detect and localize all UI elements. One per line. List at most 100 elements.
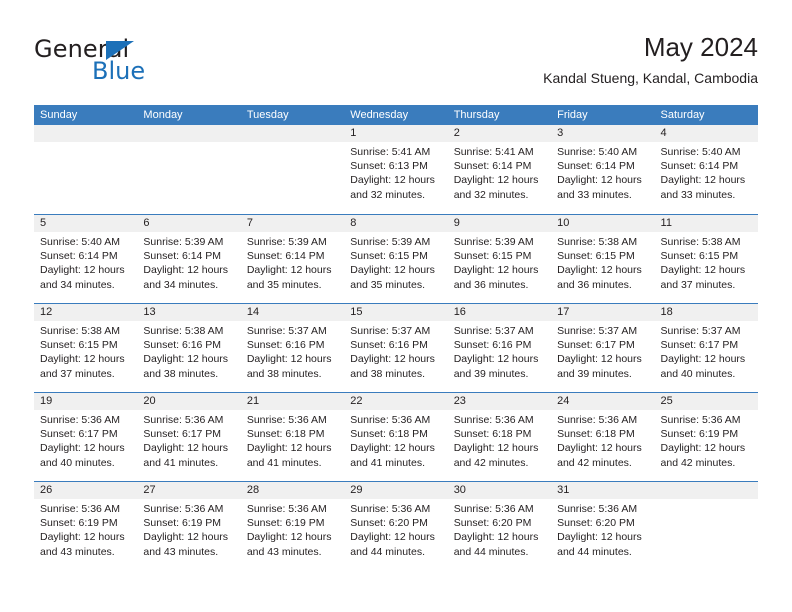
day-details: Sunrise: 5:36 AM Sunset: 6:20 PM Daylight:…: [448, 499, 551, 559]
day-detail-line: Daylight: 12 hours: [350, 264, 435, 277]
day-detail-line: and 41 minutes.: [246, 456, 322, 469]
calendar-day-cell[interactable]: 29 Sunrise: 5:36 AM Sunset: 6:20 PM Dayligh…: [344, 482, 448, 570]
calendar-day-cell[interactable]: 2 Sunrise: 5:41 AM Sunset: 6:14 PM Daylight…: [447, 125, 552, 214]
day-detail-line: Daylight: 12 hours: [453, 531, 539, 544]
day-detail-line: and 38 minutes.: [246, 367, 322, 380]
day-detail-line: and 32 minutes.: [350, 188, 425, 201]
day-number: [34, 125, 138, 142]
calendar-day-cell[interactable]: 13 Sunrise: 5:38 AM Sunset: 6:16 PM Dayligh…: [137, 304, 241, 392]
day-details: Sunrise: 5:37 AM Sunset: 6:16 PM Daylight:…: [344, 321, 447, 381]
calendar-day-cell[interactable]: 4 Sunrise: 5:40 AM Sunset: 6:14 PM Daylight…: [654, 125, 758, 214]
day-detail-line: Sunset: 6:14 PM: [40, 250, 118, 263]
calendar-day-cell[interactable]: 8 Sunrise: 5:39 AM Sunset: 6:15 PM Daylight…: [344, 215, 448, 303]
day-detail-line: Daylight: 12 hours: [453, 264, 539, 277]
calendar-day-cell[interactable]: 5 Sunrise: 5:40 AM Sunset: 6:14 PM Daylight…: [34, 215, 138, 303]
day-detail-line: and 43 minutes.: [40, 545, 115, 558]
day-detail-line: Sunrise: 5:36 AM: [557, 414, 638, 426]
day-details: Sunrise: 5:36 AM Sunset: 6:17 PM Daylight:…: [34, 410, 137, 470]
day-detail-line: Sunset: 6:15 PM: [557, 250, 635, 263]
calendar-day-cell[interactable]: 14 Sunrise: 5:37 AM Sunset: 6:16 PM Dayligh…: [240, 304, 345, 392]
calendar-day-cell[interactable]: 30 Sunrise: 5:36 AM Sunset: 6:20 PM Dayligh…: [447, 482, 552, 570]
day-detail-line: Sunrise: 5:36 AM: [350, 503, 431, 515]
calendar-day-cell[interactable]: 31 Sunrise: 5:36 AM Sunset: 6:20 PM Dayligh…: [551, 482, 655, 570]
day-detail-line: and 44 minutes.: [350, 545, 425, 558]
calendar-day-cell[interactable]: 27 Sunrise: 5:36 AM Sunset: 6:19 PM Dayligh…: [137, 482, 241, 570]
day-detail-line: Daylight: 12 hours: [660, 264, 746, 277]
calendar-day-cell-empty: [240, 125, 345, 214]
day-detail-line: Sunrise: 5:36 AM: [557, 503, 638, 515]
calendar-day-cell[interactable]: 10 Sunrise: 5:38 AM Sunset: 6:15 PM Dayligh…: [551, 215, 655, 303]
day-detail-line: Daylight: 12 hours: [246, 531, 332, 544]
day-detail-line: Daylight: 12 hours: [557, 353, 642, 366]
day-details: Sunrise: 5:36 AM Sunset: 6:19 PM Daylight:…: [655, 410, 758, 470]
day-detail-line: Sunrise: 5:38 AM: [40, 325, 120, 337]
day-detail-line: Sunrise: 5:40 AM: [660, 146, 741, 158]
day-details: Sunrise: 5:37 AM Sunset: 6:16 PM Daylight:…: [241, 321, 344, 381]
day-detail-line: Sunrise: 5:37 AM: [660, 325, 741, 337]
day-details: Sunrise: 5:36 AM Sunset: 6:18 PM Daylight:…: [241, 410, 344, 470]
day-details: Sunrise: 5:36 AM Sunset: 6:19 PM Daylight:…: [241, 499, 344, 559]
day-detail-line: Sunrise: 5:41 AM: [350, 146, 431, 158]
calendar-day-cell[interactable]: 6 Sunrise: 5:39 AM Sunset: 6:14 PM Daylight…: [137, 215, 241, 303]
day-detail-line: Sunset: 6:18 PM: [453, 428, 532, 441]
day-details: Sunrise: 5:37 AM Sunset: 6:17 PM Daylight:…: [551, 321, 654, 381]
day-detail-line: Daylight: 12 hours: [143, 353, 229, 366]
calendar-day-cell[interactable]: 11 Sunrise: 5:38 AM Sunset: 6:15 PM Dayligh…: [654, 215, 758, 303]
calendar-day-cell[interactable]: 16 Sunrise: 5:37 AM Sunset: 6:16 PM Dayligh…: [447, 304, 552, 392]
general-blue-logo[interactable]: General Blue: [34, 37, 194, 95]
day-detail-line: Sunset: 6:16 PM: [453, 339, 532, 352]
day-details: Sunrise: 5:38 AM Sunset: 6:15 PM Daylight:…: [34, 321, 137, 381]
day-detail-line: Daylight: 12 hours: [40, 531, 125, 544]
calendar-day-cell[interactable]: 1 Sunrise: 5:41 AM Sunset: 6:13 PM Daylight…: [344, 125, 448, 214]
weekday-header-row: Sunday Monday Tuesday Wednesday Thursday…: [34, 105, 758, 125]
calendar-day-cell[interactable]: 26 Sunrise: 5:36 AM Sunset: 6:19 PM Dayligh…: [34, 482, 138, 570]
day-number: [654, 482, 758, 499]
page-subtitle: Kandal Stueng, Kandal, Cambodia: [543, 70, 758, 86]
day-number: 26: [34, 482, 138, 499]
day-number: 23: [447, 393, 552, 410]
weekday-header-wednesday: Wednesday: [350, 109, 409, 121]
day-detail-line: Sunrise: 5:36 AM: [453, 503, 534, 515]
calendar-day-cell[interactable]: 25 Sunrise: 5:36 AM Sunset: 6:19 PM Dayligh…: [654, 393, 758, 481]
day-number: 30: [447, 482, 552, 499]
calendar-day-cell[interactable]: 9 Sunrise: 5:39 AM Sunset: 6:15 PM Daylight…: [447, 215, 552, 303]
day-number: 10: [551, 215, 655, 232]
day-details: Sunrise: 5:39 AM Sunset: 6:14 PM Daylight:…: [241, 232, 344, 292]
calendar-day-cell[interactable]: 21 Sunrise: 5:36 AM Sunset: 6:18 PM Dayligh…: [240, 393, 345, 481]
calendar-day-cell[interactable]: 18 Sunrise: 5:37 AM Sunset: 6:17 PM Dayligh…: [654, 304, 758, 392]
calendar-day-cell[interactable]: 20 Sunrise: 5:36 AM Sunset: 6:17 PM Dayligh…: [137, 393, 241, 481]
day-detail-line: Sunset: 6:16 PM: [143, 339, 222, 352]
calendar-day-cell[interactable]: 24 Sunrise: 5:36 AM Sunset: 6:18 PM Dayligh…: [551, 393, 655, 481]
day-details: Sunrise: 5:38 AM Sunset: 6:15 PM Daylight:…: [551, 232, 654, 292]
calendar-day-cell[interactable]: 17 Sunrise: 5:37 AM Sunset: 6:17 PM Dayligh…: [551, 304, 655, 392]
calendar-day-cell[interactable]: 19 Sunrise: 5:36 AM Sunset: 6:17 PM Dayligh…: [34, 393, 138, 481]
day-detail-line: Daylight: 12 hours: [453, 442, 539, 455]
day-detail-line: and 36 minutes.: [557, 278, 632, 291]
calendar-day-cell[interactable]: 15 Sunrise: 5:37 AM Sunset: 6:16 PM Dayligh…: [344, 304, 448, 392]
calendar-day-cell[interactable]: 12 Sunrise: 5:38 AM Sunset: 6:15 PM Dayligh…: [34, 304, 138, 392]
day-detail-line: Daylight: 12 hours: [557, 264, 642, 277]
day-number: 27: [137, 482, 241, 499]
calendar-day-cell[interactable]: 23 Sunrise: 5:36 AM Sunset: 6:18 PM Dayligh…: [447, 393, 552, 481]
day-detail-line: Daylight: 12 hours: [40, 264, 125, 277]
calendar-day-cell[interactable]: 22 Sunrise: 5:36 AM Sunset: 6:18 PM Dayligh…: [344, 393, 448, 481]
day-detail-line: and 34 minutes.: [143, 278, 219, 291]
calendar-week-row: 26 Sunrise: 5:36 AM Sunset: 6:19 PM Dayligh…: [34, 481, 758, 570]
day-detail-line: and 38 minutes.: [143, 367, 219, 380]
calendar-day-cell-empty: [654, 482, 758, 570]
day-detail-line: Daylight: 12 hours: [557, 442, 642, 455]
day-detail-line: Daylight: 12 hours: [143, 442, 229, 455]
day-number: 17: [551, 304, 655, 321]
day-detail-line: Sunset: 6:19 PM: [143, 517, 222, 530]
day-detail-line: and 35 minutes.: [246, 278, 322, 291]
calendar-day-cell[interactable]: 28 Sunrise: 5:36 AM Sunset: 6:19 PM Dayligh…: [240, 482, 345, 570]
calendar-day-cell[interactable]: 3 Sunrise: 5:40 AM Sunset: 6:14 PM Daylight…: [551, 125, 655, 214]
day-number: 11: [654, 215, 758, 232]
day-number: 9: [447, 215, 552, 232]
day-detail-line: Daylight: 12 hours: [350, 353, 435, 366]
day-detail-line: Sunset: 6:20 PM: [350, 517, 428, 530]
day-number: 7: [240, 215, 345, 232]
day-detail-line: and 33 minutes.: [557, 188, 632, 201]
calendar-day-cell[interactable]: 7 Sunrise: 5:39 AM Sunset: 6:14 PM Daylight…: [240, 215, 345, 303]
day-detail-line: Sunset: 6:19 PM: [40, 517, 118, 530]
